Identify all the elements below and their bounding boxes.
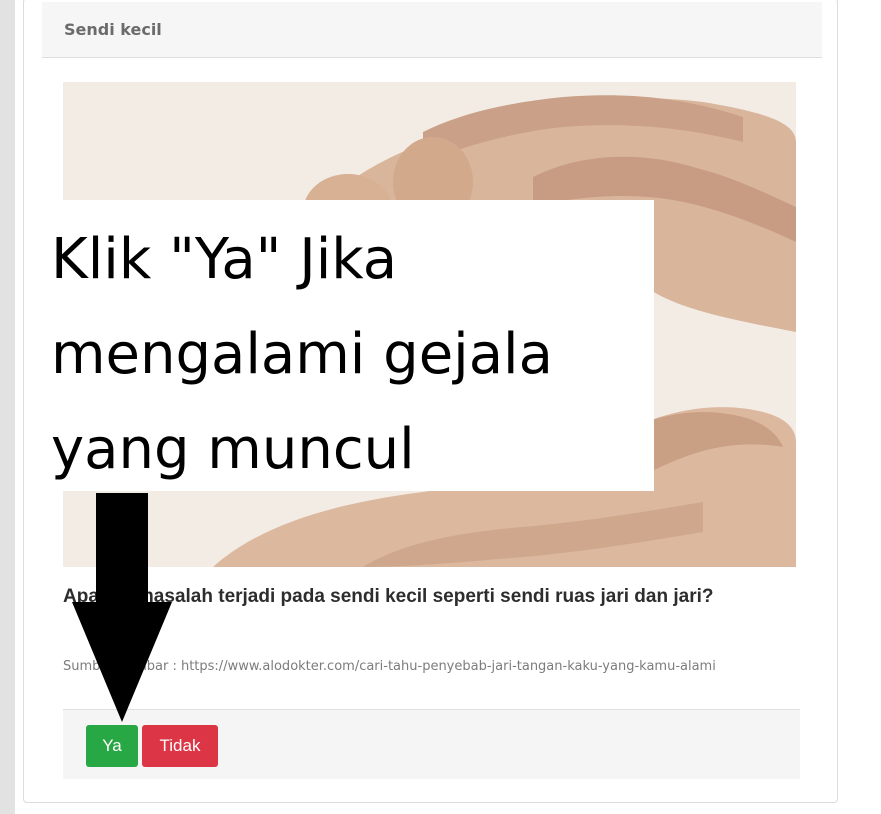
instruction-overlay: Klik "Ya" Jika mengalami gejala yang mun… bbox=[37, 200, 654, 491]
no-button[interactable]: Tidak bbox=[142, 725, 218, 767]
card-title: Sendi kecil bbox=[64, 20, 162, 39]
yes-button[interactable]: Ya bbox=[86, 725, 138, 767]
card-header: Sendi kecil bbox=[42, 2, 822, 58]
image-source-text: Sumber gambar : https://www.alodokter.co… bbox=[63, 659, 716, 674]
question-text: Apakah masalah terjadi pada sendi kecil … bbox=[63, 586, 714, 607]
left-sidebar-edge bbox=[0, 0, 15, 814]
symptom-card: Sendi kecil Klik "Ya" Jika mengalami gej… bbox=[23, 0, 838, 803]
answer-footer: Ya Tidak bbox=[63, 709, 800, 779]
instruction-text: Klik "Ya" Jika mengalami gejala yang mun… bbox=[51, 227, 553, 482]
